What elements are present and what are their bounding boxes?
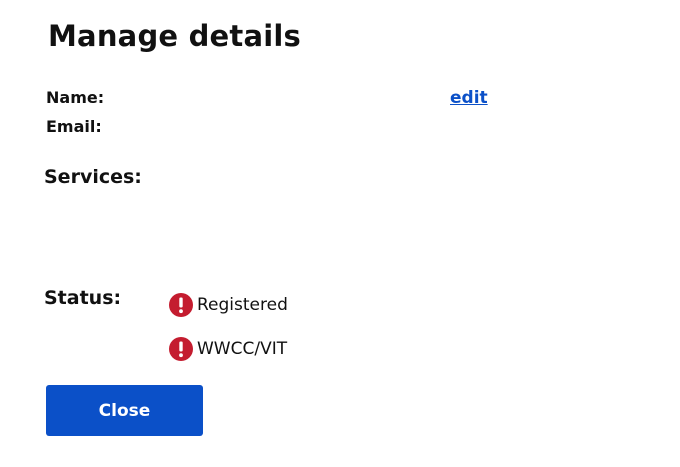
status-text: WWCC/VIT	[197, 339, 288, 359]
alert-circle-icon	[169, 293, 193, 317]
status-label: Status:	[44, 287, 122, 309]
alert-circle-icon	[169, 337, 193, 361]
status-item-registered: Registered	[169, 293, 288, 317]
close-button[interactable]: Close	[46, 385, 203, 436]
email-label: Email:	[46, 117, 102, 136]
name-label: Name:	[46, 88, 105, 107]
services-label: Services:	[44, 166, 142, 188]
page-title: Manage details	[48, 19, 301, 53]
status-item-wwcc-vit: WWCC/VIT	[169, 337, 287, 361]
status-text: Registered	[197, 295, 288, 315]
edit-link[interactable]: edit	[450, 88, 488, 108]
